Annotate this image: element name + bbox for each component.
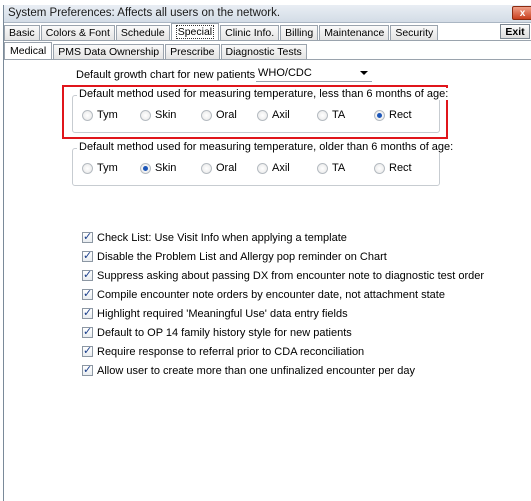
radio-circle: [317, 162, 328, 174]
radio-circle: [82, 109, 93, 121]
growth-chart-select[interactable]: WHO/CDC: [256, 65, 372, 82]
checkbox-disable-problem-list[interactable]: Disable the Problem List and Allergy pop…: [82, 247, 484, 266]
checkbox-checked: [82, 268, 93, 281]
checkbox-family-history[interactable]: Default to OP 14 family history style fo…: [82, 323, 484, 342]
radio-circle: [257, 162, 268, 174]
tab-clinic-info[interactable]: Clinic Info.: [220, 25, 280, 40]
exit-button[interactable]: Exit: [500, 24, 530, 39]
window-title: System Preferences: Affects all users on…: [8, 7, 281, 19]
under6-radio-skin[interactable]: Skin: [140, 109, 176, 121]
preferences-window: System Preferences: Affects all users on…: [3, 5, 531, 501]
tab-basic[interactable]: Basic: [4, 25, 40, 40]
under6-radio-tym[interactable]: Tym: [82, 109, 118, 121]
temp-under6-group: Default method used for measuring temper…: [72, 88, 451, 133]
checkbox-suppress-dx[interactable]: Suppress asking about passing DX from en…: [82, 266, 484, 285]
subtab-prescribe[interactable]: Prescribe: [165, 44, 220, 59]
checkbox-checklist-visit-info[interactable]: Check List: Use Visit Info when applying…: [82, 228, 484, 247]
growth-chart-value: WHO/CDC: [258, 67, 312, 79]
close-button[interactable]: x: [512, 6, 531, 20]
sub-tab-strip: Medical PMS Data Ownership Prescribe Dia…: [4, 42, 531, 60]
over6-radio-skin[interactable]: Skin: [140, 162, 176, 174]
over6-radio-rect[interactable]: Rect: [374, 162, 412, 174]
checkbox-checked: [82, 249, 93, 262]
checkbox-checked: [82, 344, 93, 357]
tab-special[interactable]: Special: [170, 23, 220, 40]
checkbox-checked: [82, 306, 93, 319]
under6-radio-oral[interactable]: Oral: [201, 109, 237, 121]
tab-schedule[interactable]: Schedule: [115, 25, 170, 40]
tab-colors-font[interactable]: Colors & Font: [40, 25, 115, 40]
checkbox-checked: [82, 325, 93, 338]
growth-chart-label: Default growth chart for new patients:: [76, 69, 259, 81]
tab-maintenance[interactable]: Maintenance: [319, 25, 390, 40]
over6-radio-ta[interactable]: TA: [317, 162, 345, 174]
subtab-diagnostic-tests[interactable]: Diagnostic Tests: [220, 44, 307, 59]
chevron-down-icon: [360, 71, 368, 75]
radio-circle: [257, 109, 268, 121]
under6-radio-ta[interactable]: TA: [317, 109, 345, 121]
over6-radio-axil[interactable]: Axil: [257, 162, 290, 174]
radio-circle-selected: [374, 109, 385, 121]
checkbox-checked: [82, 230, 93, 243]
under6-radio-rect[interactable]: Rect: [374, 109, 412, 121]
checkbox-multiple-encounters[interactable]: Allow user to create more than one unfin…: [82, 361, 484, 380]
radio-circle: [317, 109, 328, 121]
radio-circle-selected: [140, 162, 151, 174]
main-tab-strip: Basic Colors & Font Schedule Special Cli…: [4, 23, 531, 41]
temp-over6-group: Default method used for measuring temper…: [72, 141, 456, 186]
temp-under6-legend: Default method used for measuring temper…: [77, 88, 451, 100]
radio-circle: [374, 162, 385, 174]
checkbox-compile-orders[interactable]: Compile encounter note orders by encount…: [82, 285, 484, 304]
radio-circle: [201, 109, 212, 121]
over6-radio-oral[interactable]: Oral: [201, 162, 237, 174]
checkbox-require-referral[interactable]: Require response to referral prior to CD…: [82, 342, 484, 361]
checkbox-highlight-mu[interactable]: Highlight required 'Meaningful Use' data…: [82, 304, 484, 323]
checkbox-checked: [82, 363, 93, 376]
over6-radio-tym[interactable]: Tym: [82, 162, 118, 174]
checkbox-checked: [82, 287, 93, 300]
subtab-medical[interactable]: Medical: [4, 42, 53, 59]
radio-circle: [82, 162, 93, 174]
options-checklist: Check List: Use Visit Info when applying…: [82, 228, 484, 380]
tab-billing[interactable]: Billing: [280, 25, 319, 40]
tab-security[interactable]: Security: [390, 25, 439, 40]
radio-circle: [140, 109, 151, 121]
temp-over6-legend: Default method used for measuring temper…: [77, 141, 456, 153]
subtab-pms-data-ownership[interactable]: PMS Data Ownership: [53, 44, 165, 59]
under6-radio-axil[interactable]: Axil: [257, 109, 290, 121]
radio-circle: [201, 162, 212, 174]
title-bar: System Preferences: Affects all users on…: [4, 5, 531, 23]
